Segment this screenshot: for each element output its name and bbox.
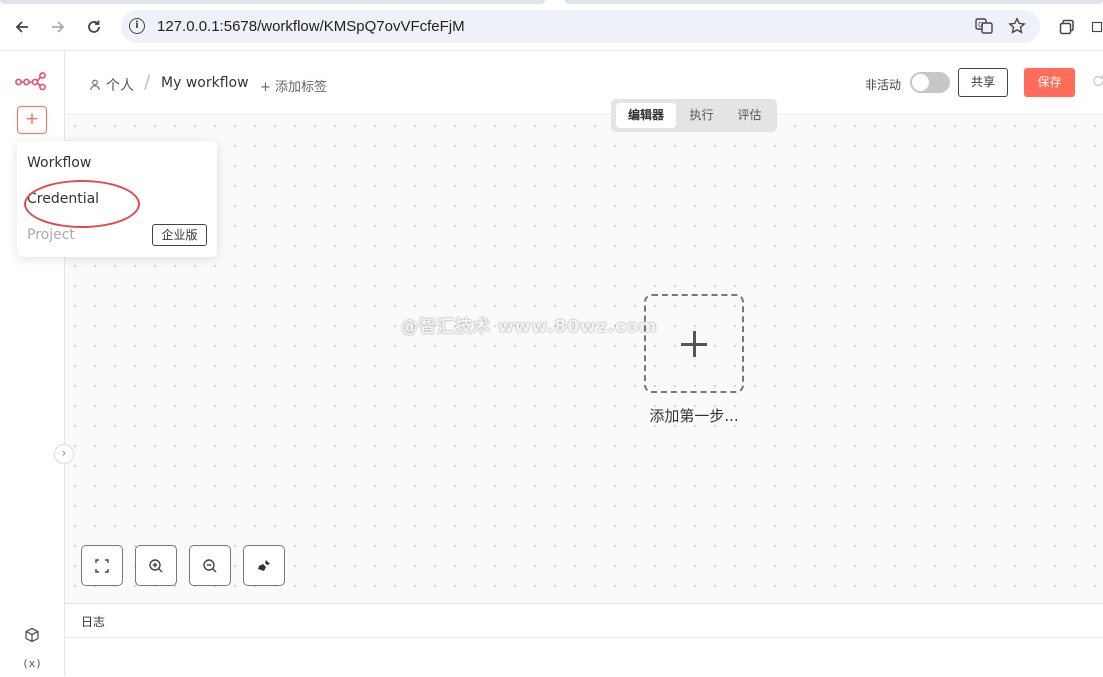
tab-search-icon[interactable] bbox=[1056, 16, 1078, 38]
browser-tab[interactable] bbox=[565, 0, 1103, 4]
share-button[interactable]: 共享 bbox=[958, 68, 1008, 97]
site-info-icon[interactable]: i bbox=[129, 18, 145, 34]
create-new-button[interactable]: + bbox=[17, 106, 47, 134]
workflow-header: 个人 / My workflow + 添加标签 非活动 共享 保存 bbox=[65, 51, 1103, 115]
menu-item-project: Project bbox=[27, 227, 75, 243]
save-button[interactable]: 保存 bbox=[1024, 68, 1075, 97]
tab-editor[interactable]: 编辑器 bbox=[616, 103, 676, 128]
zoom-out-button[interactable] bbox=[189, 545, 231, 586]
create-menu: Workflow Credential Project 企业版 bbox=[17, 141, 217, 257]
url-text[interactable]: 127.0.0.1:5678/workflow/KMSpQ7ovVFcfeFjM bbox=[157, 18, 465, 35]
cube-icon[interactable] bbox=[22, 627, 42, 647]
tidy-up-button[interactable] bbox=[243, 545, 285, 586]
extension-icon[interactable] bbox=[1091, 16, 1103, 38]
workflow-name[interactable]: My workflow bbox=[161, 75, 249, 91]
enterprise-badge[interactable]: 企业版 bbox=[152, 224, 207, 246]
browser-toolbar: i 127.0.0.1:5678/workflow/KMSpQ7ovVFcfeF… bbox=[0, 0, 1103, 51]
add-first-step-label[interactable]: 添加第一步... bbox=[624, 405, 764, 426]
menu-item-workflow[interactable]: Workflow bbox=[27, 155, 91, 171]
fit-view-button[interactable] bbox=[81, 545, 123, 586]
watermark: @智汇技术 www.80wz.com bbox=[401, 317, 658, 337]
forward-icon[interactable] bbox=[47, 16, 69, 38]
tab-strip bbox=[0, 0, 1103, 5]
zoom-in-button[interactable] bbox=[135, 545, 177, 586]
zoom-in-icon bbox=[149, 558, 163, 572]
breadcrumb-owner[interactable]: 个人 bbox=[89, 75, 134, 95]
add-tag-button[interactable]: + 添加标签 bbox=[260, 76, 327, 95]
fit-view-icon bbox=[95, 558, 109, 573]
owner-label: 个人 bbox=[106, 78, 134, 94]
log-panel-title[interactable]: 日志 bbox=[65, 604, 1103, 638]
reload-icon[interactable] bbox=[83, 16, 105, 38]
mode-tab-switcher: 编辑器 执行 评估 bbox=[611, 99, 777, 132]
back-icon[interactable] bbox=[11, 16, 33, 38]
log-panel: 日志 bbox=[65, 603, 1103, 676]
toggle-knob bbox=[912, 74, 929, 91]
variables-icon[interactable]: (x) bbox=[22, 657, 42, 677]
svg-text:G: G bbox=[978, 21, 983, 29]
active-toggle[interactable] bbox=[910, 72, 950, 93]
browser-tab[interactable] bbox=[0, 0, 545, 4]
history-icon[interactable] bbox=[1093, 74, 1103, 92]
menu-item-credential[interactable]: Credential bbox=[27, 191, 99, 207]
address-bar[interactable]: i 127.0.0.1:5678/workflow/KMSpQ7ovVFcfeF… bbox=[121, 10, 1040, 43]
plus-icon bbox=[681, 330, 707, 357]
tab-evaluations[interactable]: 评估 bbox=[727, 103, 772, 128]
workflow-canvas[interactable] bbox=[65, 116, 1103, 603]
tab-executions[interactable]: 执行 bbox=[679, 103, 724, 128]
expand-sidebar-button[interactable]: › bbox=[54, 444, 74, 464]
translate-icon[interactable]: G bbox=[974, 16, 994, 36]
add-first-step-button[interactable] bbox=[644, 294, 744, 393]
n8n-logo-icon[interactable] bbox=[15, 71, 47, 95]
user-icon bbox=[90, 79, 100, 91]
broom-icon bbox=[258, 559, 270, 571]
bookmark-star-icon[interactable] bbox=[1007, 16, 1027, 36]
active-status-label: 非活动 bbox=[865, 78, 902, 92]
zoom-out-icon bbox=[203, 558, 217, 572]
breadcrumb-separator: / bbox=[144, 72, 151, 93]
